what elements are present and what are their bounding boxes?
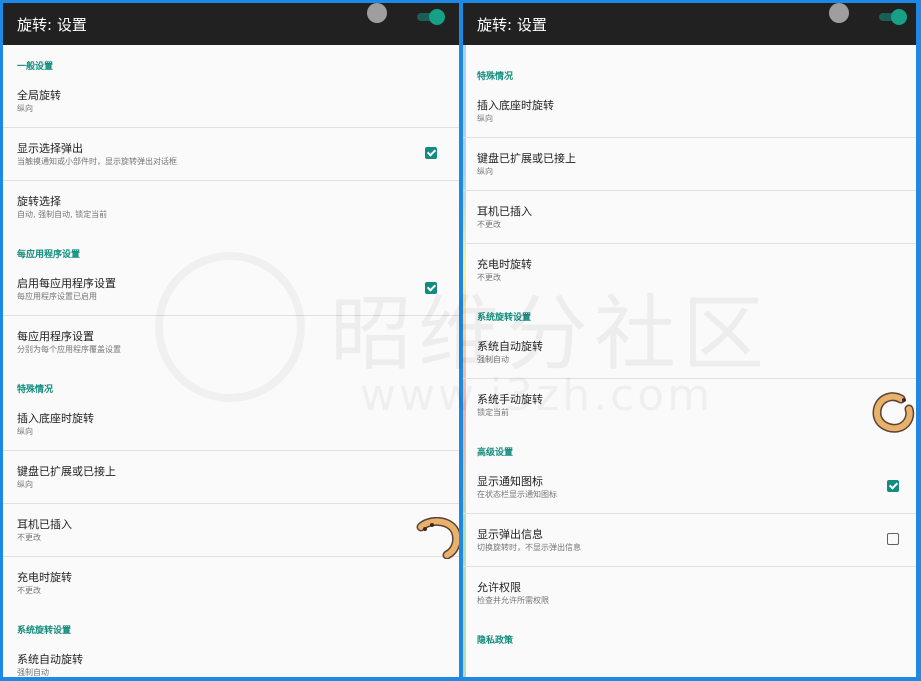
settings-item-title: 每应用程序设置 [17, 330, 94, 343]
settings-item[interactable]: 显示弹出信息切换旋转时，不显示弹出信息 [463, 514, 916, 567]
page-title: 旋转: 设置 [17, 16, 87, 34]
section-header: 高级设置 [477, 448, 514, 458]
settings-item-title: 系统手动旋转 [477, 393, 543, 406]
checkbox-checked-icon[interactable] [425, 147, 437, 159]
settings-item-subtitle: 切换旋转时，不显示弹出信息 [477, 543, 581, 552]
settings-item[interactable]: 每应用程序设置分别为每个应用程序覆盖设置 [3, 316, 459, 368]
section-header: 一般设置 [17, 62, 54, 72]
settings-item-title: 显示选择弹出 [17, 142, 83, 155]
settings-item-title: 键盘已扩展或已接上 [477, 152, 576, 165]
settings-item[interactable]: 插入底座时旋转 纵向 [3, 398, 459, 451]
settings-item-title: 耳机已插入 [17, 518, 72, 531]
settings-item-subtitle: 在状态栏显示通知图标 [477, 490, 557, 499]
settings-item[interactable]: 键盘已扩展或已接上纵向 [463, 138, 916, 191]
app-bar: 旋转: 设置 [3, 3, 459, 45]
settings-item-title: 显示弹出信息 [477, 528, 543, 541]
settings-item[interactable]: 充电时旋转 不更改 [463, 244, 916, 296]
settings-item-subtitle: 纵向 [17, 104, 33, 113]
checkbox-checked-icon[interactable] [887, 480, 899, 492]
settings-item[interactable]: 耳机已插入 不更改 [463, 191, 916, 244]
settings-item-title: 系统自动旋转 [17, 653, 83, 666]
section-header: 每应用程序设置 [17, 250, 81, 260]
settings-item-subtitle: 锁定当前 [477, 408, 509, 417]
settings-list[interactable]: 一般设置 全局旋转 纵向 显示选择弹出 当触摸通知或小部件时，显示旋转弹出对话框 旋转选择… [3, 45, 459, 677]
settings-pane-right: 旋转: 设置 每应用程序设置分别为每个应用程序覆盖设置特殊情况插入底座时旋转纵向… [463, 3, 916, 677]
section-header: 系统旋转设置 [17, 626, 72, 636]
section-header: 隐私政策 [477, 636, 514, 646]
settings-item-title: 插入底座时旋转 [17, 412, 94, 425]
settings-item-subtitle: 强制自动 [477, 355, 509, 364]
settings-item[interactable]: 充电时旋转 不更改 [3, 557, 459, 609]
rotate-curl-icon[interactable] [871, 391, 915, 439]
settings-item-subtitle: 分别为每个应用程序覆盖设置 [17, 345, 121, 354]
app-bar: 旋转: 设置 [463, 3, 916, 45]
settings-item-title: 键盘已扩展或已接上 [17, 465, 116, 478]
settings-item-subtitle: 每应用程序设置已启用 [17, 292, 97, 301]
settings-item-title: 耳机已插入 [477, 205, 532, 218]
settings-item[interactable]: 插入底座时旋转 纵向 [463, 85, 916, 138]
settings-pane-left: 旋转: 设置 一般设置 全局旋转 纵向 显示选择弹出 当触摸通知或小部件时，显示旋转弹出… [3, 3, 459, 677]
section-header: 特殊情况 [477, 72, 514, 82]
settings-item[interactable]: 显示通知图标在状态栏显示通知图标 [463, 461, 916, 514]
settings-item-subtitle: 纵向 [477, 114, 493, 123]
settings-item-subtitle: 纵向 [17, 480, 33, 489]
rotate-curl-icon[interactable] [415, 517, 459, 563]
settings-item[interactable]: 旋转选择自动, 强制自动, 锁定当前 [3, 181, 459, 233]
page-title: 旋转: 设置 [477, 16, 547, 34]
floating-indicator-icon[interactable] [829, 3, 849, 23]
settings-item-subtitle: 不更改 [17, 586, 41, 595]
checkbox-unchecked-icon[interactable] [887, 533, 899, 545]
settings-item-subtitle: 纵向 [477, 167, 493, 176]
settings-item[interactable]: 启用每应用程序设置每应用程序设置已启用 [3, 263, 459, 316]
settings-item[interactable]: 耳机已插入 不更改 [3, 504, 459, 557]
settings-item[interactable]: 键盘已扩展或已接上纵向 [3, 451, 459, 504]
settings-item-title: 显示通知图标 [477, 475, 543, 488]
enable-toggle-switch[interactable] [417, 9, 445, 25]
settings-item-title: 充电时旋转 [17, 571, 72, 584]
settings-item-subtitle: 不更改 [17, 533, 41, 542]
settings-item[interactable]: 系统手动旋转锁定当前 [463, 379, 916, 431]
floating-indicator-icon[interactable] [367, 3, 387, 23]
settings-item-title: 系统自动旋转 [477, 340, 543, 353]
checkbox-checked-icon[interactable] [425, 282, 437, 294]
settings-item-title: 全局旋转 [17, 89, 61, 102]
settings-item-subtitle: 纵向 [17, 427, 33, 436]
section-header: 系统旋转设置 [477, 313, 532, 323]
enable-toggle-switch[interactable] [879, 9, 907, 25]
settings-item[interactable]: 系统自动旋转强制自动 [463, 326, 916, 379]
settings-list[interactable]: 每应用程序设置分别为每个应用程序覆盖设置特殊情况插入底座时旋转纵向键盘已扩展或已… [463, 45, 916, 677]
settings-item-title: 充电时旋转 [477, 258, 532, 271]
settings-item-subtitle: 强制自动 [17, 668, 49, 677]
settings-item[interactable]: 每应用程序设置分别为每个应用程序覆盖设置 [463, 45, 916, 55]
settings-item[interactable]: 显示选择弹出当触摸通知或小部件时，显示旋转弹出对话框 [3, 128, 459, 181]
settings-item-title: 启用每应用程序设置 [17, 277, 116, 290]
settings-item[interactable]: 系统自动旋转强制自动 [3, 639, 459, 677]
settings-item[interactable]: 全局旋转 纵向 [3, 75, 459, 128]
settings-item-subtitle: 不更改 [477, 220, 501, 229]
settings-item-title: 允许权限 [477, 581, 521, 594]
settings-item-subtitle: 自动, 强制自动, 锁定当前 [17, 210, 108, 219]
settings-item-title: 旋转选择 [17, 195, 61, 208]
section-header: 特殊情况 [17, 385, 54, 395]
settings-item-subtitle: 当触摸通知或小部件时，显示旋转弹出对话框 [17, 157, 177, 166]
settings-item-title: 插入底座时旋转 [477, 99, 554, 112]
settings-item-subtitle: 检查并允许所需权限 [477, 596, 549, 605]
settings-item[interactable]: 允许权限检查并允许所需权限 [463, 567, 916, 619]
settings-item-subtitle: 不更改 [477, 273, 501, 282]
